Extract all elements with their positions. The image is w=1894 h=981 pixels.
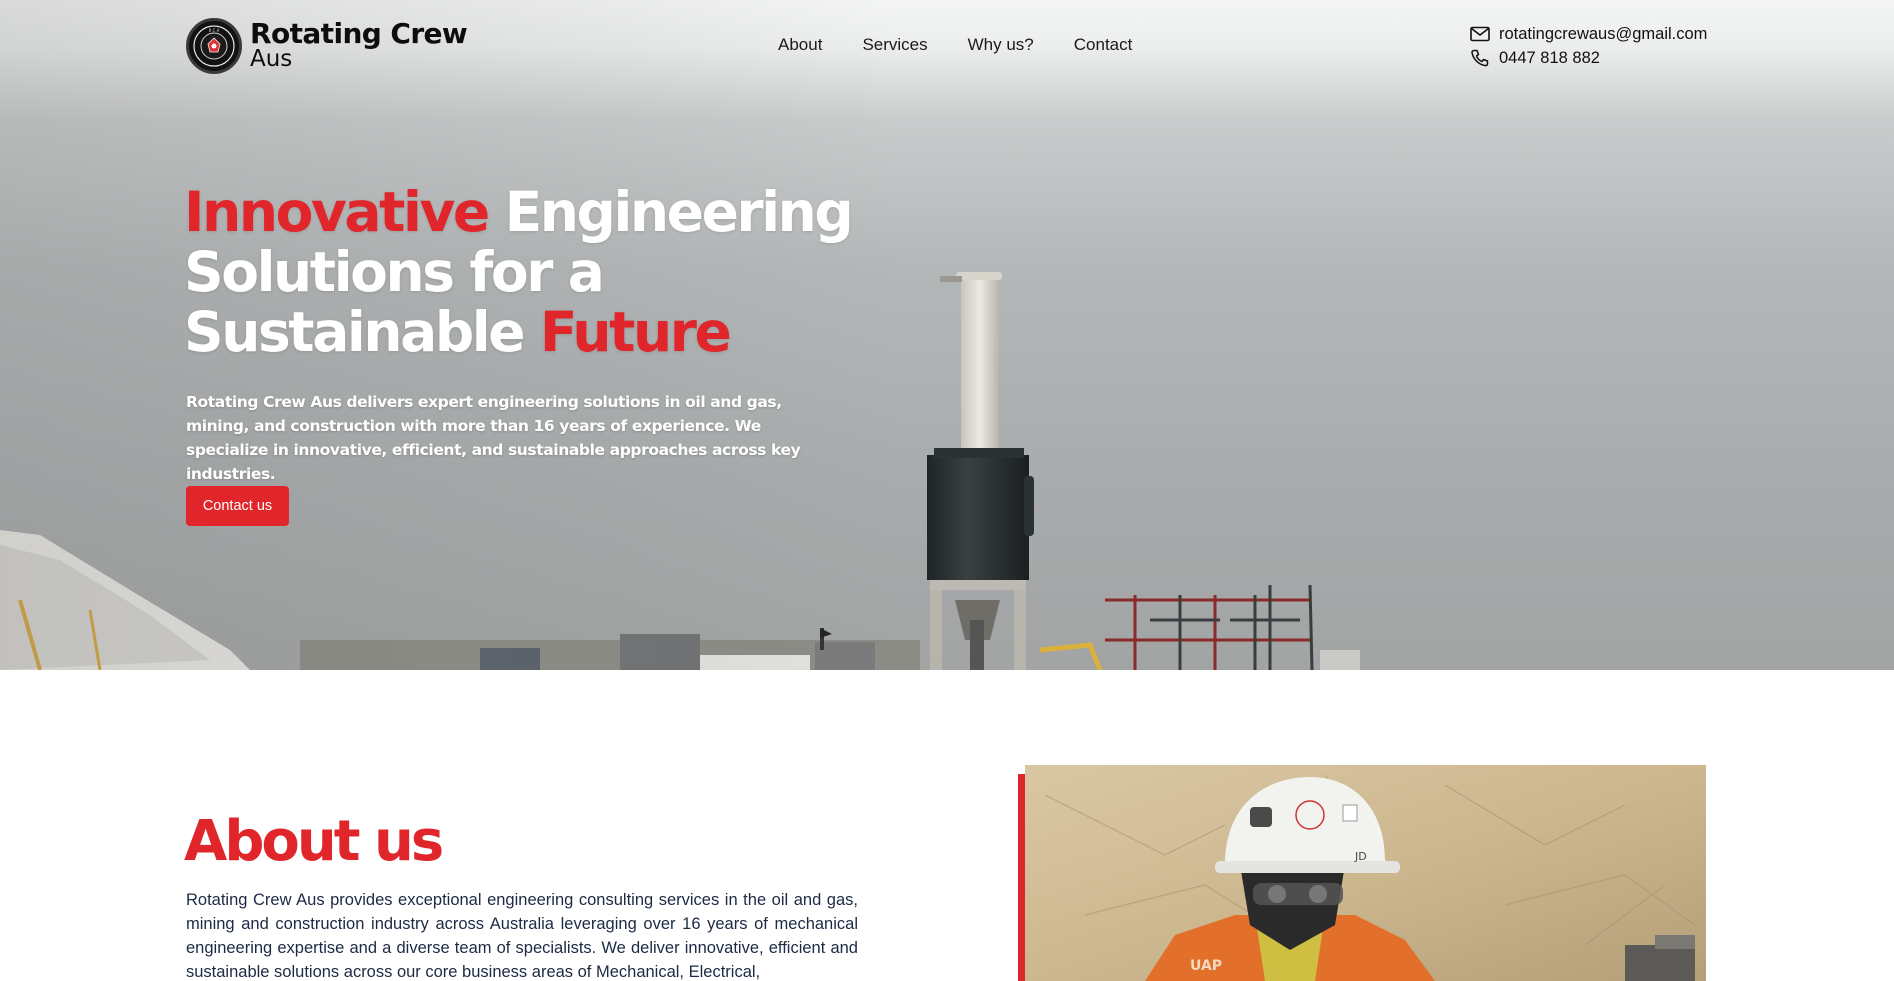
hero-title: Innovative Engineering Solutions for a Sus… [184, 182, 884, 362]
email-row[interactable]: rotatingcrewaus@gmail.com [1470, 22, 1707, 46]
phone-row[interactable]: 0447 818 882 [1470, 46, 1707, 70]
nav-about[interactable]: About [778, 35, 822, 55]
email-address[interactable]: rotatingcrewaus@gmail.com [1499, 25, 1707, 44]
hero-description: Rotating Crew Aus delivers expert engine… [186, 393, 801, 483]
about-title: About us [184, 809, 444, 874]
nav-contact[interactable]: Contact [1074, 35, 1133, 55]
about-text: Rotating Crew Aus provides exceptional e… [186, 891, 858, 981]
contact-us-button[interactable]: Contact us [186, 486, 289, 526]
phone-icon [1471, 49, 1489, 67]
hero-title-sustainable: Sustainable [184, 300, 540, 364]
hero-title-innovative: Innovative [184, 180, 490, 244]
hero-section: Innovative Engineering Solutions for a Sus… [0, 0, 1894, 670]
header-contact-info: rotatingcrewaus@gmail.com 0447 818 882 [1470, 22, 1707, 70]
logo-text: Rotating Crew Aus [250, 16, 468, 73]
hero-title-engineering: Engineering [487, 180, 854, 244]
hero-title-future: Future [539, 300, 732, 364]
mail-icon [1470, 26, 1490, 42]
about-worker-photo: UAP JD [1025, 765, 1706, 981]
main-nav: About Services Why us? Contact [778, 35, 1172, 55]
site-header: R C A Rotating Crew Aus About Services W… [0, 0, 1894, 92]
hero-title-line2: Solutions for a [184, 240, 605, 304]
crew-badge-logo-icon: R C A [186, 18, 242, 74]
nav-why-us[interactable]: Why us? [968, 35, 1034, 55]
logo[interactable]: R C A Rotating Crew Aus [186, 16, 468, 74]
phone-number[interactable]: 0447 818 882 [1499, 49, 1600, 68]
svg-text:JD: JD [1354, 850, 1367, 863]
logo-name-line2: Aus [250, 46, 293, 73]
nav-services[interactable]: Services [862, 35, 927, 55]
svg-text:UAP: UAP [1190, 958, 1222, 974]
logo-name-line1: Rotating Crew [250, 16, 468, 50]
svg-text:R C A: R C A [209, 28, 220, 33]
